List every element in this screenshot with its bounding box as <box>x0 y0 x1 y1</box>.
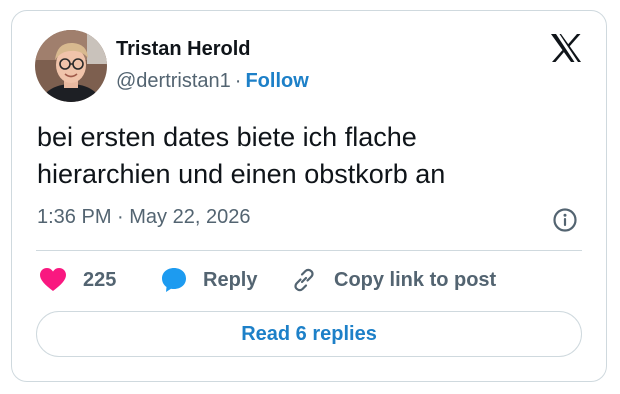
info-icon[interactable] <box>552 207 578 233</box>
tweet-card: Tristan Herold @dertristan1 · Follow bei e… <box>11 10 607 382</box>
heart-icon <box>40 268 66 291</box>
separator-dot: · <box>234 70 242 92</box>
x-logo-icon[interactable] <box>550 33 582 63</box>
author-handle[interactable]: @dertristan1 <box>116 70 231 92</box>
tweet-timestamp[interactable]: 1:36 PM · May 22, 2026 <box>37 206 250 229</box>
like-button[interactable]: 225 <box>39 265 116 295</box>
avatar-image <box>35 30 107 102</box>
reply-button[interactable]: Reply <box>160 265 257 295</box>
reply-label: Reply <box>203 268 258 291</box>
speech-bubble-icon <box>162 268 186 292</box>
avatar[interactable] <box>35 30 107 102</box>
read-replies-button[interactable]: Read 6 replies <box>36 311 582 357</box>
link-icon <box>294 268 314 292</box>
copy-link-label: Copy link to post <box>334 268 497 291</box>
copy-link-button[interactable]: Copy link to post <box>290 265 496 295</box>
tweet-text-line-2: hierarchien und einen obstkorb an <box>37 159 446 189</box>
like-count: 225 <box>83 268 117 291</box>
divider <box>36 250 582 251</box>
follow-button[interactable]: Follow <box>245 70 308 92</box>
author-name[interactable]: Tristan Herold <box>116 38 250 61</box>
tweet-text: bei ersten dates biete ich flache hierar… <box>37 119 587 193</box>
tweet-text-line-1: bei ersten dates biete ich flache <box>37 122 417 152</box>
author-meta: @dertristan1 · Follow <box>116 70 309 93</box>
